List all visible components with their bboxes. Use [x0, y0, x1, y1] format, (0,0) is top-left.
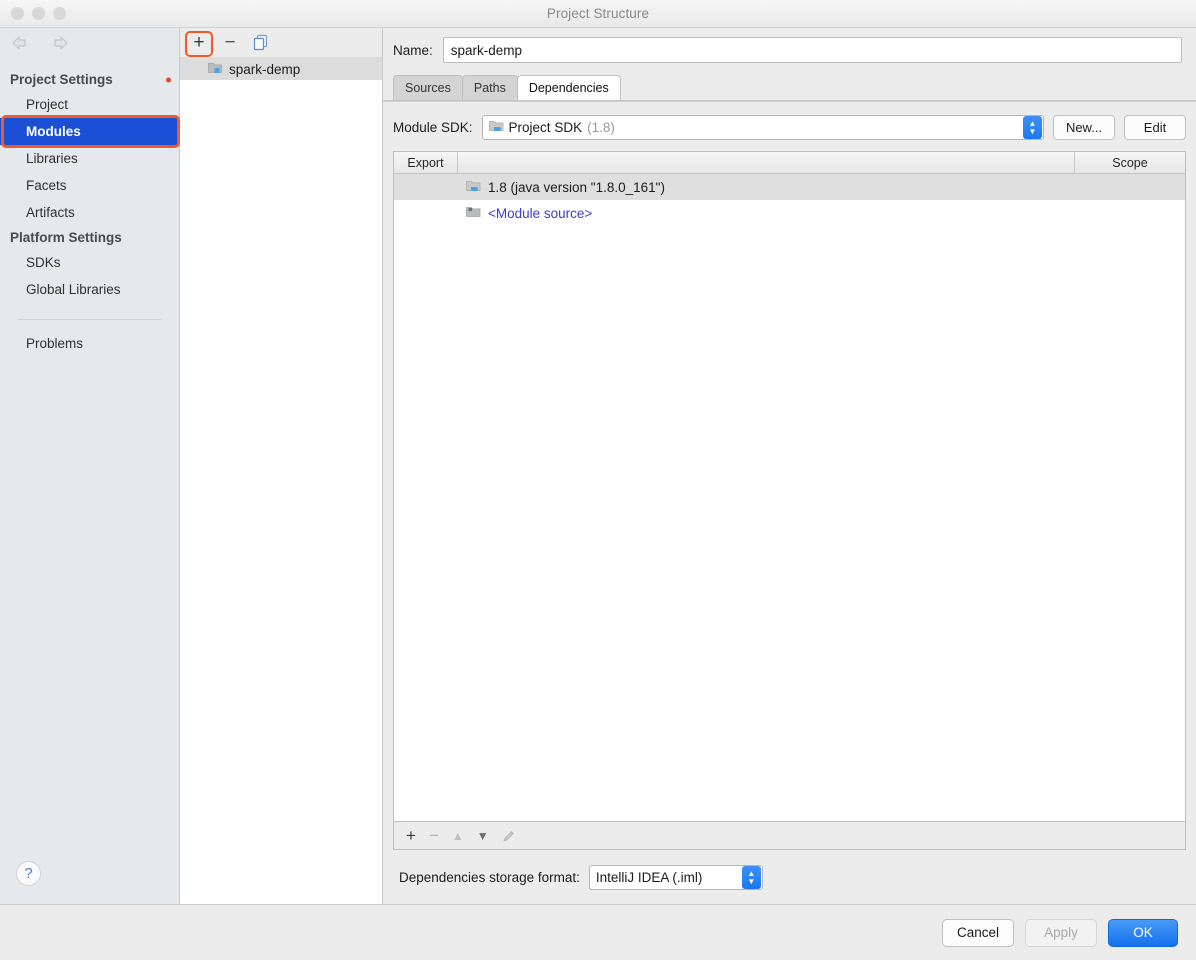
new-sdk-button[interactable]: New...	[1053, 115, 1115, 140]
dependencies-table-body: 1.8 (java version "1.8.0_161") <Module s…	[394, 174, 1185, 821]
settings-nav-list: Project Settings Project Modules Librari…	[0, 58, 179, 357]
module-sdk-label: Module SDK:	[393, 120, 473, 135]
tree-item-label: spark-demp	[229, 62, 300, 77]
sdk-folder-icon	[489, 119, 504, 136]
sidebar-item-problems[interactable]: Problems	[0, 330, 179, 357]
add-module-button[interactable]: +	[188, 32, 210, 53]
sidebar-item-modules[interactable]: Modules	[0, 118, 179, 145]
help-area: ?	[0, 861, 179, 904]
add-dependency-button[interactable]: +	[406, 827, 416, 844]
module-tabs: Sources Paths Dependencies	[383, 63, 1196, 100]
edit-dependency-button[interactable]	[502, 829, 516, 843]
column-header-name[interactable]	[458, 152, 1075, 173]
move-up-button[interactable]: ▲	[452, 830, 464, 842]
sidebar-group-project-settings: Project Settings	[0, 68, 179, 91]
storage-format-value: IntelliJ IDEA (.iml)	[596, 870, 703, 885]
sidebar-item-project[interactable]: Project	[0, 91, 179, 118]
module-name-label: Name:	[393, 43, 433, 58]
remove-dependency-button[interactable]: −	[429, 827, 439, 844]
storage-format-combo[interactable]: IntelliJ IDEA (.iml) ▲▼	[589, 865, 763, 890]
module-sdk-value: Project SDK	[509, 120, 583, 135]
window-title: Project Structure	[0, 6, 1196, 21]
module-detail-panel: Name: Sources Paths Dependencies Module …	[383, 28, 1196, 904]
navigation-bar	[0, 28, 179, 58]
modules-tree-panel: + − spark-demp	[180, 28, 383, 904]
dependencies-storage-row: Dependencies storage format: IntelliJ ID…	[393, 850, 1186, 904]
chevron-updown-icon[interactable]: ▲▼	[742, 866, 761, 889]
help-button[interactable]: ?	[16, 861, 41, 886]
dialog-footer: Cancel Apply OK	[0, 904, 1196, 960]
tab-sources[interactable]: Sources	[393, 75, 463, 100]
back-arrow-icon[interactable]	[10, 34, 32, 52]
apply-button[interactable]: Apply	[1025, 919, 1097, 947]
table-row[interactable]: 1.8 (java version "1.8.0_161")	[394, 174, 1185, 200]
dialog-body: Project Settings Project Modules Librari…	[0, 28, 1196, 904]
settings-sidebar: Project Settings Project Modules Librari…	[0, 28, 180, 904]
sidebar-group-label: Project Settings	[10, 72, 113, 87]
tree-item-spark-demp[interactable]: spark-demp	[180, 58, 382, 80]
dependencies-table: Export Scope 1.8 (java	[393, 151, 1186, 822]
forward-arrow-icon[interactable]	[48, 34, 70, 52]
move-down-button[interactable]: ▼	[477, 830, 489, 842]
chevron-updown-icon[interactable]: ▲▼	[1023, 116, 1042, 139]
remove-module-button[interactable]: −	[219, 32, 241, 53]
module-name-row: Name:	[383, 28, 1196, 63]
sidebar-divider	[18, 319, 161, 320]
sdk-folder-icon	[466, 179, 481, 196]
column-header-export[interactable]: Export	[394, 152, 458, 173]
sidebar-item-modules-wrapper: Modules	[0, 118, 179, 145]
edit-sdk-button[interactable]: Edit	[1124, 115, 1186, 140]
tab-dependencies[interactable]: Dependencies	[517, 75, 621, 100]
sidebar-item-sdks[interactable]: SDKs	[0, 249, 179, 276]
dependency-label: <Module source>	[488, 206, 592, 221]
copy-module-button[interactable]	[250, 32, 272, 53]
tab-paths[interactable]: Paths	[462, 75, 518, 100]
module-sdk-version: (1.8)	[587, 120, 615, 135]
storage-format-label: Dependencies storage format:	[399, 870, 580, 885]
module-sdk-value-wrap: Project SDK (1.8)	[489, 119, 615, 136]
cancel-button[interactable]: Cancel	[942, 919, 1014, 947]
column-header-scope[interactable]: Scope	[1075, 152, 1185, 173]
dependency-label: 1.8 (java version "1.8.0_161")	[488, 180, 665, 195]
sidebar-item-global-libraries[interactable]: Global Libraries	[0, 276, 179, 303]
table-row[interactable]: <Module source>	[394, 200, 1185, 226]
sidebar-group-label: Platform Settings	[10, 230, 122, 245]
title-bar: Project Structure	[0, 0, 1196, 28]
module-sdk-combo[interactable]: Project SDK (1.8) ▲▼	[482, 115, 1044, 140]
dependencies-pane: Module SDK: Project SDK (1.8)	[383, 102, 1196, 904]
sidebar-item-libraries[interactable]: Libraries	[0, 145, 179, 172]
sidebar-group-platform-settings: Platform Settings	[0, 226, 179, 249]
error-dot-icon	[166, 77, 171, 82]
modules-tree-toolbar: + −	[180, 28, 382, 58]
module-name-input[interactable]	[443, 37, 1182, 63]
module-folder-icon	[208, 61, 222, 77]
sidebar-item-artifacts[interactable]: Artifacts	[0, 199, 179, 226]
project-structure-dialog: Project Structure Project Settings	[0, 0, 1196, 960]
module-sdk-row: Module SDK: Project SDK (1.8)	[393, 102, 1186, 151]
dependencies-toolbar: + − ▲ ▼	[393, 822, 1186, 850]
sidebar-item-facets[interactable]: Facets	[0, 172, 179, 199]
dependencies-table-header: Export Scope	[394, 152, 1185, 174]
module-source-icon	[466, 205, 481, 222]
ok-button[interactable]: OK	[1108, 919, 1178, 947]
